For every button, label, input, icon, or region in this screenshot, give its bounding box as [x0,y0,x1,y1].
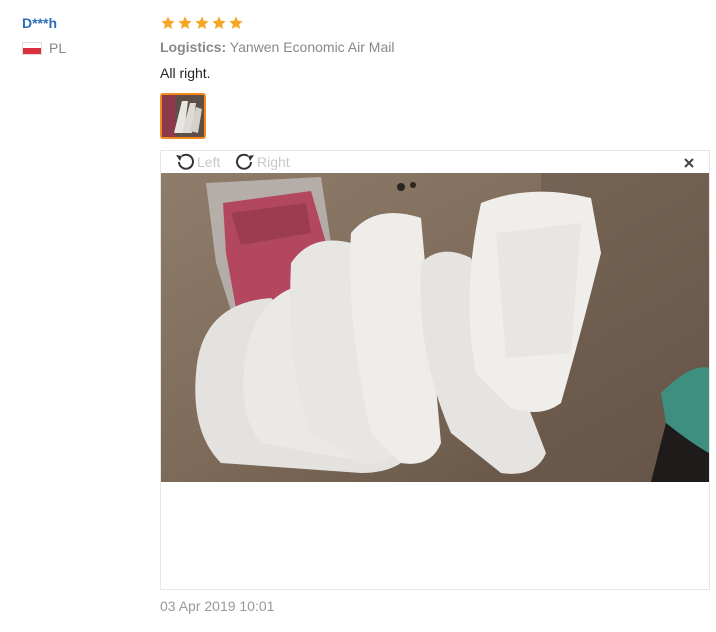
star-icon [195,16,209,29]
rotate-left-button[interactable]: Left [173,151,220,173]
reviewer-info: D***h PL [22,14,142,56]
star-icon [229,16,243,29]
review-photo-thumbnail[interactable] [160,93,206,139]
logistics-value: Yanwen Economic Air Mail [229,39,395,55]
close-icon [684,158,694,168]
close-button[interactable] [683,156,695,168]
review-date: 03 Apr 2019 10:01 [160,598,275,614]
country-code: PL [49,40,67,56]
rotate-right-label: Right [257,154,290,170]
rotate-right-button[interactable]: Right [233,151,290,173]
rotate-left-label: Left [197,154,221,170]
review-photo [161,173,709,482]
star-icon [178,16,192,29]
reviewer-name: D***h [22,15,58,31]
photo-viewer: Left Right [160,150,710,590]
rotate-left-icon [176,153,194,170]
logistics-label: Logistics: [160,39,227,55]
reviewer-country: PL [22,40,142,56]
star-icon [212,16,226,29]
poland-flag-icon [22,41,42,55]
review-photo-image [161,173,709,482]
thumbnail-image [162,95,204,137]
star-icon [161,16,175,29]
review-body: Logistics: Yanwen Economic Air Mail All … [160,14,710,590]
viewer-toolbar: Left Right [161,151,709,173]
review-text: All right. [160,65,211,81]
rotate-right-icon [236,153,254,170]
logistics-info: Logistics: Yanwen Economic Air Mail [160,38,710,56]
star-rating [160,14,710,32]
